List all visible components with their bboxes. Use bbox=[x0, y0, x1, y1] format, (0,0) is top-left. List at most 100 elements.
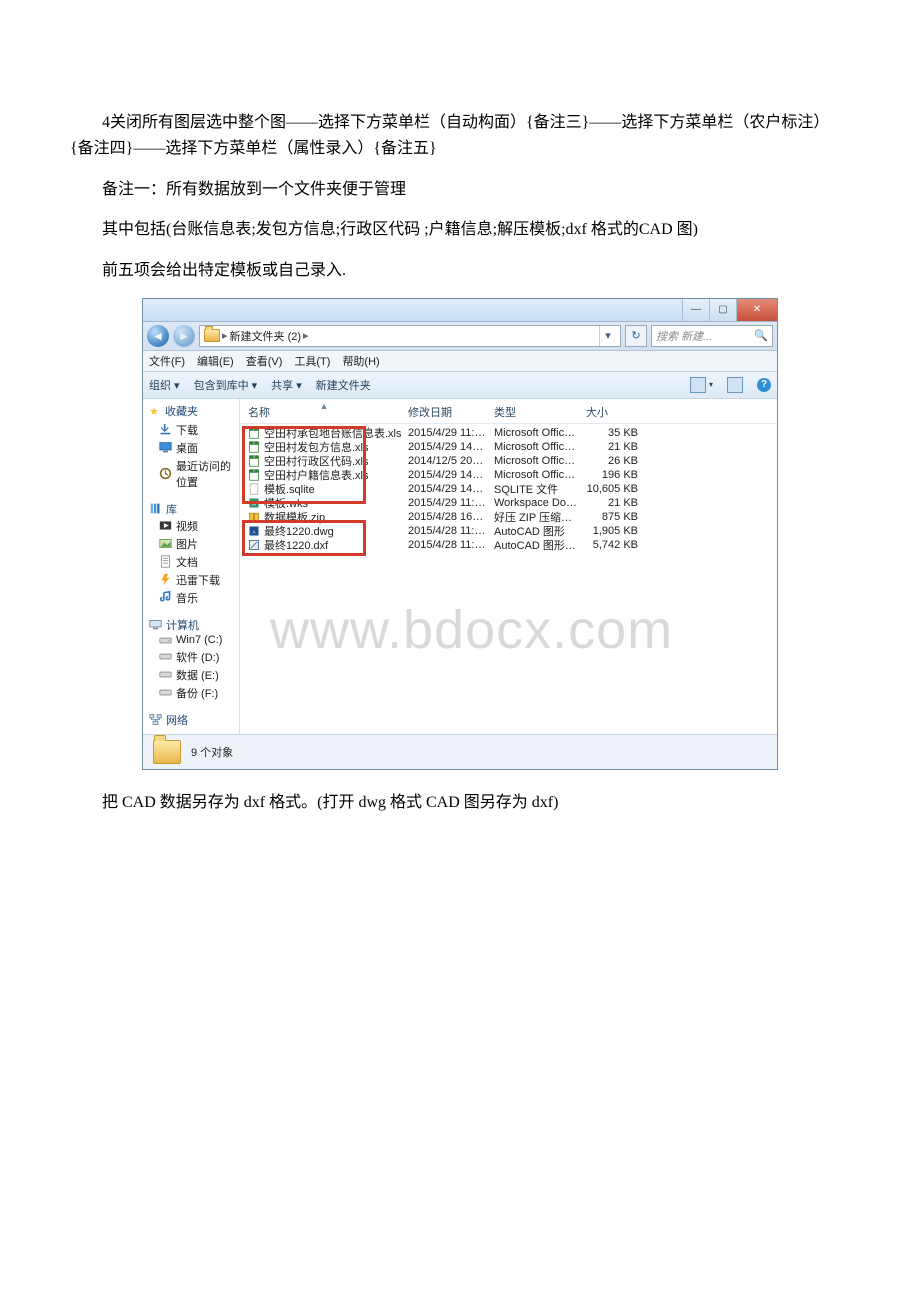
file-size: 1,905 KB bbox=[582, 525, 642, 537]
file-icon: A bbox=[248, 525, 260, 537]
sidebar-library-header[interactable]: 库 bbox=[149, 501, 239, 517]
sidebar-item-drive-c[interactable]: Win7 (C:) bbox=[149, 633, 239, 648]
sidebar-item-label: 迅雷下载 bbox=[176, 572, 220, 588]
file-type: AutoCAD 图形交换 bbox=[490, 537, 582, 553]
help-button[interactable]: ? bbox=[757, 378, 771, 392]
sidebar-item-label: 软件 (D:) bbox=[176, 649, 219, 665]
share-button[interactable]: 共享 ▾ bbox=[271, 377, 302, 393]
sidebar-item-drive-d[interactable]: 软件 (D:) bbox=[149, 648, 239, 666]
table-row[interactable]: X空田村发包方信息.xls2015/4/29 14:42Microsoft Of… bbox=[244, 440, 777, 454]
sidebar-network-header[interactable]: 网络 bbox=[149, 712, 239, 728]
include-button[interactable]: 包含到库中 ▾ bbox=[194, 377, 258, 393]
file-date: 2015/4/29 11:52 bbox=[404, 427, 490, 439]
file-size: 35 KB bbox=[582, 427, 642, 439]
file-type: Microsoft Office... bbox=[490, 469, 582, 481]
paragraph: 前五项会给出特定模板或自己录入. bbox=[70, 258, 850, 284]
thunder-icon bbox=[159, 573, 172, 586]
search-placeholder: 搜索 新建... bbox=[656, 328, 712, 344]
sidebar-item-label: 最近访问的位置 bbox=[176, 458, 239, 490]
sidebar-item-label: 桌面 bbox=[176, 440, 198, 456]
file-name: 最终1220.dxf bbox=[264, 537, 328, 553]
sidebar-computer-header[interactable]: 计算机 bbox=[149, 617, 239, 633]
nav-forward-button[interactable]: ► bbox=[173, 325, 195, 347]
file-size: 875 KB bbox=[582, 511, 642, 523]
svg-text:X: X bbox=[253, 427, 255, 431]
menu-bar: 文件(F) 编辑(E) 查看(V) 工具(T) 帮助(H) bbox=[143, 351, 777, 372]
file-date: 2015/4/29 14:57 bbox=[404, 483, 490, 495]
document-icon bbox=[159, 555, 172, 568]
picture-icon bbox=[159, 537, 172, 550]
folder-icon bbox=[204, 329, 220, 342]
table-row[interactable]: 模板.sqlite2015/4/29 14:57SQLITE 文件10,605 … bbox=[244, 482, 777, 496]
organize-button[interactable]: 组织 ▾ bbox=[149, 377, 180, 393]
table-row[interactable]: A最终1220.dwg2015/4/28 11:22AutoCAD 图形1,90… bbox=[244, 524, 777, 538]
nav-back-button[interactable]: ◄ bbox=[147, 325, 169, 347]
breadcrumb[interactable]: ▸ 新建文件夹 (2) ▸ ▾ bbox=[199, 325, 621, 347]
file-size: 21 KB bbox=[582, 497, 642, 509]
paragraph: 其中包括(台账信息表;发包方信息;行政区代码 ;户籍信息;解压模板;dxf 格式… bbox=[70, 217, 850, 243]
maximize-button[interactable]: ▢ bbox=[709, 299, 736, 321]
menu-tools[interactable]: 工具(T) bbox=[294, 353, 330, 369]
address-bar: ◄ ► ▸ 新建文件夹 (2) ▸ ▾ ↻ 搜索 新建... 🔍 bbox=[143, 322, 777, 351]
desktop-icon bbox=[159, 441, 172, 454]
sidebar-item-pictures[interactable]: 图片 bbox=[149, 535, 239, 553]
column-header-name[interactable]: ▲ 名称 bbox=[244, 403, 404, 421]
status-bar: 9 个对象 bbox=[143, 734, 777, 769]
music-icon bbox=[159, 591, 172, 604]
table-row[interactable]: X空田村承包地台账信息表.xls2015/4/29 11:52Microsoft… bbox=[244, 426, 777, 440]
sidebar-label: 计算机 bbox=[166, 617, 199, 633]
menu-file[interactable]: 文件(F) bbox=[149, 353, 185, 369]
search-input[interactable]: 搜索 新建... 🔍 bbox=[651, 325, 773, 347]
sidebar-item-documents[interactable]: 文档 bbox=[149, 553, 239, 571]
svg-text:X: X bbox=[253, 455, 255, 459]
menu-help[interactable]: 帮助(H) bbox=[342, 353, 379, 369]
file-date: 2015/4/28 16:42 bbox=[404, 511, 490, 523]
sidebar-item-desktop[interactable]: 桌面 bbox=[149, 439, 239, 457]
breadcrumb-folder[interactable]: 新建文件夹 (2) bbox=[230, 328, 302, 344]
file-size: 10,605 KB bbox=[582, 483, 642, 495]
sidebar-label: 网络 bbox=[166, 712, 188, 728]
file-size: 196 KB bbox=[582, 469, 642, 481]
column-header-size[interactable]: 大小 bbox=[582, 403, 642, 421]
recent-icon bbox=[159, 467, 172, 480]
table-row[interactable]: W模板.wks2015/4/29 11:33Workspace Doc...21… bbox=[244, 496, 777, 510]
column-header-date[interactable]: 修改日期 bbox=[404, 403, 490, 421]
menu-view[interactable]: 查看(V) bbox=[246, 353, 283, 369]
minimize-button[interactable]: — bbox=[682, 299, 709, 321]
library-icon bbox=[149, 502, 162, 515]
command-bar: 组织 ▾ 包含到库中 ▾ 共享 ▾ 新建文件夹 ▾ ? bbox=[143, 372, 777, 399]
table-row[interactable]: 数据模板.zip2015/4/28 16:42好压 ZIP 压缩文件875 KB bbox=[244, 510, 777, 524]
star-icon: ★ bbox=[149, 405, 161, 417]
table-row[interactable]: X空田村行政区代码.xls2014/12/5 20:57Microsoft Of… bbox=[244, 454, 777, 468]
file-icon: X bbox=[248, 469, 260, 481]
column-header-type[interactable]: 类型 bbox=[490, 403, 582, 421]
view-mode-button[interactable]: ▾ bbox=[690, 377, 713, 393]
file-date: 2015/4/29 14:42 bbox=[404, 441, 490, 453]
newfolder-button[interactable]: 新建文件夹 bbox=[316, 377, 371, 393]
close-button[interactable]: ✕ bbox=[736, 299, 777, 321]
table-row[interactable]: 最终1220.dxf2015/4/28 11:23AutoCAD 图形交换5,7… bbox=[244, 538, 777, 552]
preview-pane-button[interactable] bbox=[727, 377, 743, 393]
sidebar-item-thunder[interactable]: 迅雷下载 bbox=[149, 571, 239, 589]
sidebar-item-downloads[interactable]: 下载 bbox=[149, 421, 239, 439]
refresh-button[interactable]: ↻ bbox=[625, 325, 647, 347]
breadcrumb-dropdown-icon[interactable]: ▾ bbox=[599, 326, 616, 346]
sidebar-item-drive-e[interactable]: 数据 (E:) bbox=[149, 666, 239, 684]
sidebar-item-video[interactable]: 视频 bbox=[149, 517, 239, 535]
network-icon bbox=[149, 713, 162, 726]
table-row[interactable]: X空田村户籍信息表.xls2015/4/29 14:43Microsoft Of… bbox=[244, 468, 777, 482]
sidebar-item-label: 文档 bbox=[176, 554, 198, 570]
file-size: 21 KB bbox=[582, 441, 642, 453]
sidebar-favorites-header[interactable]: ★ 收藏夹 bbox=[149, 403, 239, 419]
file-icon bbox=[248, 483, 260, 495]
sidebar-item-recent[interactable]: 最近访问的位置 bbox=[149, 457, 239, 491]
sidebar-item-label: 备份 (F:) bbox=[176, 685, 218, 701]
menu-edit[interactable]: 编辑(E) bbox=[197, 353, 234, 369]
file-list: ▲ 名称 修改日期 类型 大小 X空田村承包地台账信息表.xls2015/4/2… bbox=[240, 399, 777, 734]
paragraph: 把 CAD 数据另存为 dxf 格式。(打开 dwg 格式 CAD 图另存为 d… bbox=[70, 790, 850, 816]
file-date: 2015/4/28 11:23 bbox=[404, 539, 490, 551]
breadcrumb-separator: ▸ bbox=[303, 329, 309, 342]
sidebar-item-music[interactable]: 音乐 bbox=[149, 589, 239, 607]
file-date: 2015/4/28 11:22 bbox=[404, 525, 490, 537]
sidebar-item-drive-f[interactable]: 备份 (F:) bbox=[149, 684, 239, 702]
